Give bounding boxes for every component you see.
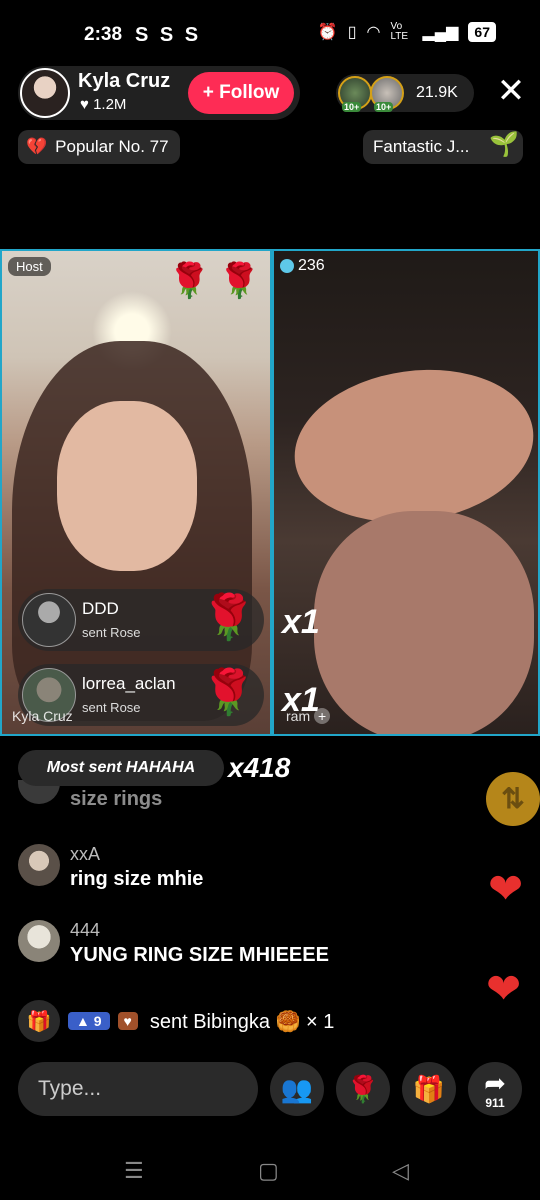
- guest-name-tag[interactable]: ram +: [286, 708, 331, 724]
- top-viewers[interactable]: 10+ 10+ 21.9K: [336, 74, 474, 112]
- broken-heart-icon: 💔: [26, 137, 48, 156]
- status-app-icons: S S S: [135, 24, 202, 46]
- status-bar: 2:38 S S S ⏰ ▯ ◠ Vo LTE ▂▄▆ 67: [0, 0, 540, 60]
- host-likes: ♥ 1.2M: [80, 96, 127, 113]
- share-arrow-icon: ➦: [484, 1067, 506, 1098]
- gift-event: 🎁 ▲ 9 ♥ sent Bibingka 🥮 × 1: [18, 1000, 334, 1042]
- mascot-icon: 🌱: [489, 131, 519, 158]
- signal-icon: ▂▄▆: [422, 24, 459, 41]
- viewer-badge-1: 10+: [342, 102, 362, 112]
- system-nav-bar: ☰ ▢ ◁: [0, 1140, 540, 1200]
- fan-heart-icon: ♥: [117, 1012, 138, 1030]
- heart-icon: ❤: [488, 865, 524, 912]
- guest-video-panel[interactable]: 236 x1 x1 ram +: [272, 249, 540, 736]
- level-value: 9: [93, 1013, 102, 1029]
- rose-icon: 🌹: [201, 668, 256, 717]
- status-right-icons: ⏰ ▯ ◠ Vo LTE ▂▄▆ 67: [318, 22, 496, 42]
- viewer-avatar-2[interactable]: 10+: [370, 76, 404, 112]
- close-icon[interactable]: ✕: [494, 74, 528, 110]
- gift-box-icon: 🎁: [18, 1000, 60, 1042]
- follow-button[interactable]: + Follow: [188, 72, 294, 114]
- gift-icon: 🎁: [412, 1073, 446, 1104]
- comment-placeholder: Type...: [38, 1077, 102, 1100]
- fantastic-tag[interactable]: Fantastic J... 🌱: [363, 130, 523, 164]
- share-button[interactable]: ➦ 911: [468, 1062, 522, 1116]
- guest-score-value: 236: [298, 257, 325, 274]
- gift-button[interactable]: 🎁: [402, 1062, 456, 1116]
- gift-action: sent Rose: [82, 625, 141, 640]
- popular-ranking-tag[interactable]: 💔 Popular No. 77: [18, 130, 180, 164]
- home-icon[interactable]: ▢: [258, 1158, 279, 1184]
- back-icon[interactable]: ◁: [392, 1158, 409, 1184]
- multi-guest-button[interactable]: 👥: [270, 1062, 324, 1116]
- chat-avatar[interactable]: [18, 920, 60, 962]
- gift-sender-name: DDD: [82, 599, 119, 618]
- rose-icon: 🌹: [168, 262, 211, 300]
- people-icon: 👥: [280, 1073, 314, 1104]
- host-name: Kyla Cruz: [78, 70, 171, 92]
- wifi-icon: ◠: [366, 24, 381, 41]
- plus-icon[interactable]: +: [314, 708, 331, 724]
- guest-panel-name: ram: [286, 708, 311, 724]
- popular-label: Popular No. 77: [55, 137, 169, 156]
- most-sent-count: x418: [228, 752, 291, 783]
- heart-icon: ❤: [486, 965, 522, 1012]
- repost-icon[interactable]: ⇅: [486, 772, 540, 826]
- fantastic-label: Fantastic J...: [373, 137, 470, 156]
- share-count: 911: [485, 1096, 505, 1110]
- vibrate-icon: ▯: [347, 24, 357, 41]
- host-tag: Host: [8, 257, 51, 276]
- viewer-count[interactable]: 21.9K: [416, 84, 458, 102]
- viewer-avatar-1[interactable]: 10+: [338, 76, 372, 112]
- guest-score: 236: [280, 257, 325, 275]
- host-panel-name: Kyla Cruz: [12, 708, 73, 724]
- rose-icon: 🌹: [201, 593, 256, 642]
- rose-icon: 🌹: [346, 1073, 380, 1104]
- rose-icon: 🌹: [218, 262, 261, 300]
- score-icon: [280, 259, 294, 273]
- level-badge: ▲ 9: [68, 1012, 110, 1030]
- host-info[interactable]: Kyla Cruz ♥ 1.2M + Follow: [18, 66, 300, 120]
- guest-video-hand: [284, 355, 538, 537]
- chat-text: ring size mhie: [70, 868, 204, 890]
- chat-message-faded: size rings: [70, 788, 163, 810]
- network-label: Vo LTE: [390, 21, 409, 42]
- guest-video-face: [314, 511, 534, 734]
- host-video-panel[interactable]: Host 🌹 🌹 DDD sent Rose 🌹 lorrea_aclan se…: [0, 249, 272, 736]
- chat-username: 444: [70, 920, 101, 940]
- gift-action: sent Rose: [82, 700, 141, 715]
- most-sent-label: Most sent HAHAHA: [18, 750, 224, 786]
- gift-sender-avatar: [22, 593, 76, 647]
- chat-avatar[interactable]: [18, 844, 60, 886]
- recents-icon[interactable]: ☰: [124, 1158, 144, 1184]
- chat-username: xxA: [70, 844, 101, 864]
- chat-text: YUNG RING SIZE MHIEEEE: [70, 944, 329, 966]
- gift-event-text: sent Bibingka 🥮 × 1: [149, 1010, 335, 1033]
- alarm-icon: ⏰: [317, 24, 338, 41]
- viewer-badge-2: 10+: [374, 102, 394, 112]
- comment-input[interactable]: Type...: [18, 1062, 258, 1116]
- gift-sender-name: lorrea_aclan: [82, 674, 176, 693]
- rose-gift-button[interactable]: 🌹: [336, 1062, 390, 1116]
- status-time: 2:38: [84, 24, 123, 45]
- battery-icon: 67: [468, 22, 496, 42]
- host-video-face: [57, 401, 197, 571]
- gift-notification: DDD sent Rose 🌹: [18, 589, 264, 651]
- gift-multiplier: x1: [282, 603, 320, 641]
- host-avatar[interactable]: [20, 68, 70, 118]
